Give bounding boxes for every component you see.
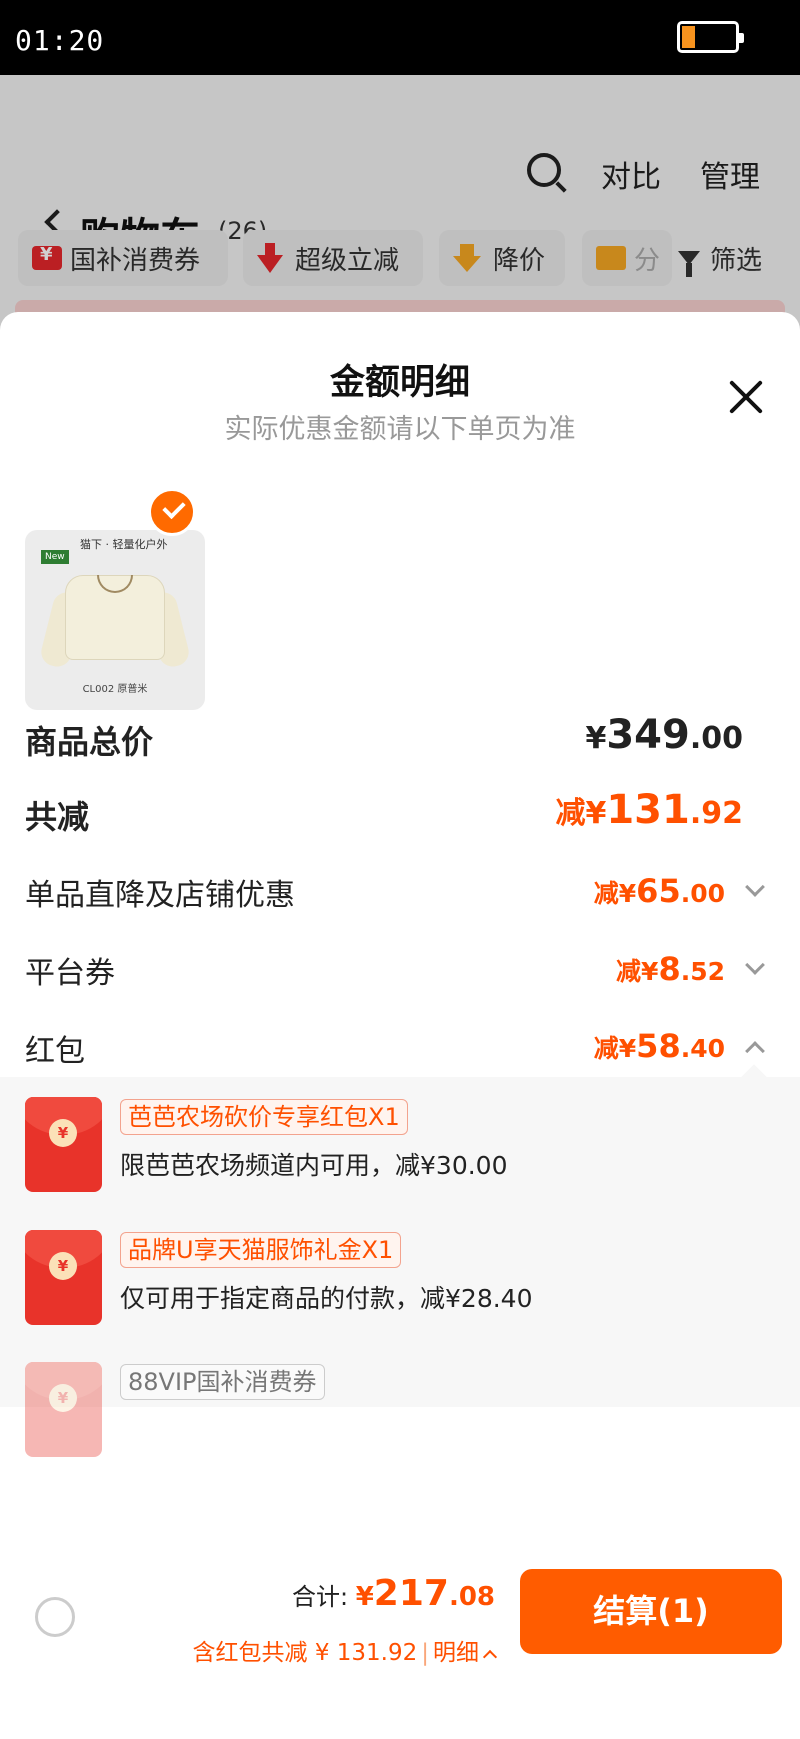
red-packet-label: 红包 xyxy=(25,1034,85,1069)
chevron-down-icon[interactable] xyxy=(745,877,765,897)
new-badge: New xyxy=(41,550,69,564)
total-discount-label: 共减 xyxy=(25,798,90,836)
red-packet-icon: ¥ xyxy=(25,1230,102,1325)
status-time: 01:20 xyxy=(15,24,105,57)
battery-icon xyxy=(677,21,744,53)
status-bar: 01:20 xyxy=(0,0,800,75)
selected-check-icon[interactable] xyxy=(148,488,196,536)
checkout-button[interactable]: 结算(1) xyxy=(520,1569,782,1654)
total-price-label: 商品总价 xyxy=(25,723,154,761)
checkout-bar: 合计: ¥217.08 含红包共减 ¥ 131.92 | 明细 结算(1) xyxy=(0,1545,800,1739)
chevron-up-icon xyxy=(482,1649,498,1665)
discount-summary[interactable]: 含红包共减 ¥ 131.92 | 明细 xyxy=(193,1633,498,1667)
item-shop-discount-label: 单品直降及店铺优惠 xyxy=(25,878,295,913)
red-packet-value[interactable]: 减¥58.40 xyxy=(594,1027,725,1065)
total-price-value: ¥349.00 xyxy=(585,712,743,758)
red-packet-desc: 限芭芭农场频道内可用，减¥30.00 xyxy=(120,1151,508,1180)
sheet-subtitle: 实际优惠金额请以下单页为准 xyxy=(224,414,576,445)
product-caption: CL002 原普米 xyxy=(82,684,148,695)
chevron-up-icon[interactable] xyxy=(745,1041,765,1061)
close-icon[interactable] xyxy=(726,377,766,417)
select-all-radio[interactable] xyxy=(35,1597,75,1637)
amount-detail-sheet: 金额明细 实际优惠金额请以下单页为准 猫下 · 轻量化户外 New CL002 … xyxy=(0,312,800,1739)
chevron-down-icon[interactable] xyxy=(745,955,765,975)
sheet-title: 金额明细 xyxy=(329,363,470,403)
red-packet-icon: ¥ xyxy=(25,1362,102,1457)
coupon-tag: 88VIP国补消费券 xyxy=(120,1364,325,1400)
product-brand-text: 猫下 · 轻量化户外 xyxy=(80,538,168,551)
red-packet-icon: ¥ xyxy=(25,1097,102,1192)
platform-coupon-value[interactable]: 减¥8.52 xyxy=(616,950,725,988)
red-packet-tag: 品牌U享天猫服饰礼金X1 xyxy=(120,1232,402,1268)
total-discount-value: 减¥131.92 xyxy=(555,787,743,833)
total-amount: 合计: ¥217.08 xyxy=(291,1573,495,1614)
red-packet-desc: 仅可用于指定商品的付款，减¥28.40 xyxy=(120,1284,533,1313)
product-thumbnail[interactable]: 猫下 · 轻量化户外 New CL002 原普米 xyxy=(25,530,205,710)
red-packet-tag: 芭芭农场砍价专享红包X1 xyxy=(120,1099,408,1135)
platform-coupon-label: 平台券 xyxy=(25,956,115,991)
item-shop-discount-value[interactable]: 减¥65.00 xyxy=(594,872,725,910)
